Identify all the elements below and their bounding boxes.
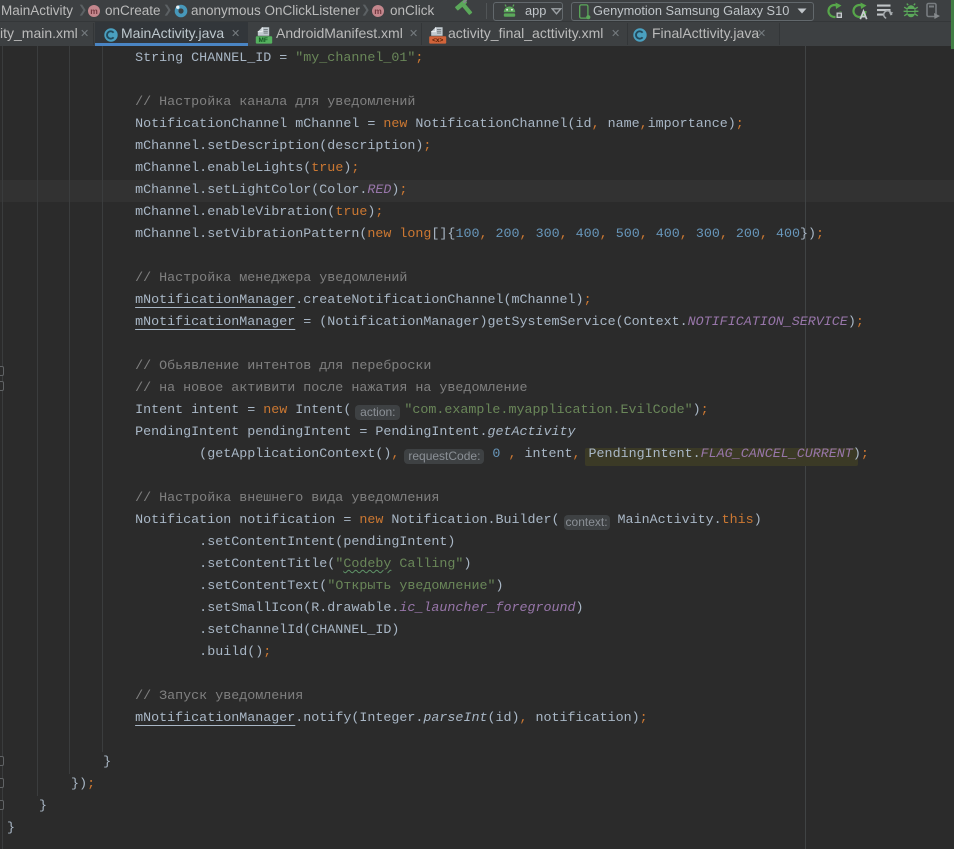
svg-text:m: m bbox=[374, 6, 382, 16]
svg-text:m: m bbox=[90, 6, 98, 16]
svg-text:MF: MF bbox=[259, 37, 268, 44]
svg-text:<x>: <x> bbox=[432, 37, 443, 44]
